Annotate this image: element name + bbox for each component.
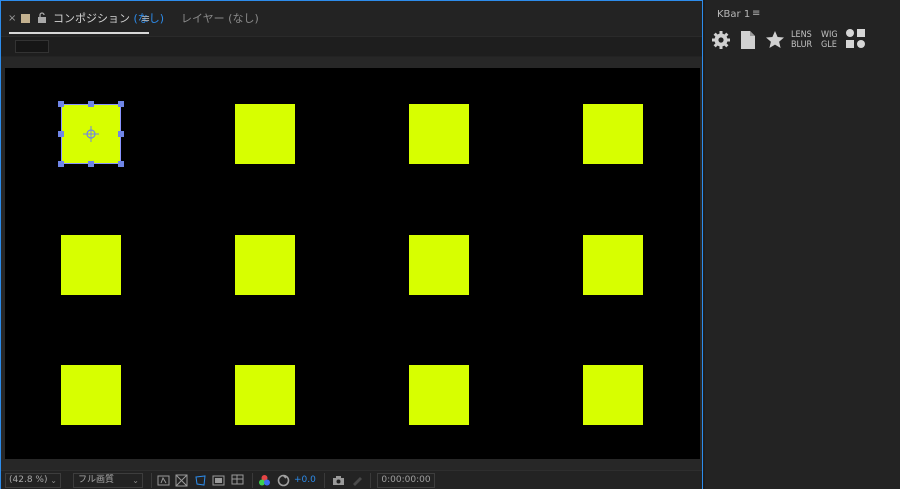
reset-exposure-icon[interactable] [277, 474, 290, 487]
solid-layer[interactable] [583, 104, 643, 164]
document-icon[interactable] [738, 30, 758, 50]
show-snapshot-icon[interactable] [351, 474, 364, 487]
wiggle-button[interactable]: WIG GLE [821, 30, 838, 50]
solid-layer[interactable] [61, 235, 121, 295]
toolbar-divider [252, 473, 253, 488]
solid-layer[interactable] [583, 365, 643, 425]
gear-icon[interactable] [711, 30, 731, 50]
composition-tab-bar: × コンポジション (なし) ≡ レイヤー (なし) [1, 1, 702, 36]
layer-tab-label[interactable]: レイヤー (なし) [181, 12, 259, 26]
solid-layer[interactable] [583, 235, 643, 295]
current-time-display[interactable]: 0:00:00:00 [377, 473, 435, 488]
magnification-dropdown[interactable]: (42.8 %) ⌄ [5, 473, 61, 488]
mask-path-visibility-icon[interactable] [194, 474, 207, 487]
transform-handle[interactable] [88, 161, 94, 167]
kbar-panel-title[interactable]: KBar 1 [717, 9, 750, 21]
composition-panel: × コンポジション (なし) ≡ レイヤー (なし) (42.8 %) ⌄ フル… [0, 0, 703, 489]
color-channels-icon[interactable] [258, 474, 271, 487]
transform-handle[interactable] [118, 131, 124, 137]
solid-layer[interactable] [409, 235, 469, 295]
lens-blur-button[interactable]: LENS BLUR [791, 30, 812, 50]
region-of-interest-icon[interactable] [212, 474, 225, 487]
transparency-grid-icon[interactable] [175, 474, 188, 487]
transform-handle[interactable] [118, 101, 124, 107]
transform-handle[interactable] [118, 161, 124, 167]
toolbar-divider [324, 473, 325, 488]
composition-viewer[interactable] [1, 57, 702, 470]
star-icon[interactable] [765, 30, 785, 50]
solid-layer[interactable] [235, 365, 295, 425]
panel-menu-icon[interactable]: ≡ [141, 12, 150, 26]
kbar-panel: KBar 1 ≡ LENS BLUR WIG GLE [705, 0, 900, 489]
camera-snapshot-icon[interactable] [332, 474, 345, 487]
resolution-dropdown[interactable]: フル画質 ⌄ [73, 473, 143, 488]
anchor-point-icon[interactable] [83, 126, 99, 142]
grid-guide-options-icon[interactable] [231, 474, 244, 487]
shapes-grid-icon[interactable] [846, 29, 868, 51]
fast-preview-icon[interactable] [157, 474, 170, 487]
composition-footer-toolbar: (42.8 %) ⌄ フル画質 ⌄ +0.0 0:00:00:00 [1, 470, 702, 489]
close-tab-icon[interactable]: × [8, 14, 16, 24]
unlock-icon[interactable] [37, 12, 47, 24]
toolbar-divider [151, 473, 152, 488]
transform-handle[interactable] [58, 161, 64, 167]
comp-color-swatch[interactable] [21, 14, 30, 23]
panel-menu-icon[interactable]: ≡ [752, 8, 760, 20]
transform-handle[interactable] [58, 131, 64, 137]
exposure-value[interactable]: +0.0 [294, 474, 316, 487]
composition-navigator-bar [1, 36, 702, 56]
toolbar-divider [370, 473, 371, 488]
comp-flowchart-button[interactable] [15, 40, 49, 53]
composition-canvas[interactable] [5, 68, 700, 459]
solid-layer[interactable] [409, 365, 469, 425]
solid-layer[interactable] [235, 104, 295, 164]
transform-handle[interactable] [88, 101, 94, 107]
solid-layer[interactable] [235, 235, 295, 295]
solid-layer[interactable] [61, 365, 121, 425]
solid-layer[interactable] [409, 104, 469, 164]
active-tab-indicator [9, 32, 149, 34]
transform-handle[interactable] [58, 101, 64, 107]
